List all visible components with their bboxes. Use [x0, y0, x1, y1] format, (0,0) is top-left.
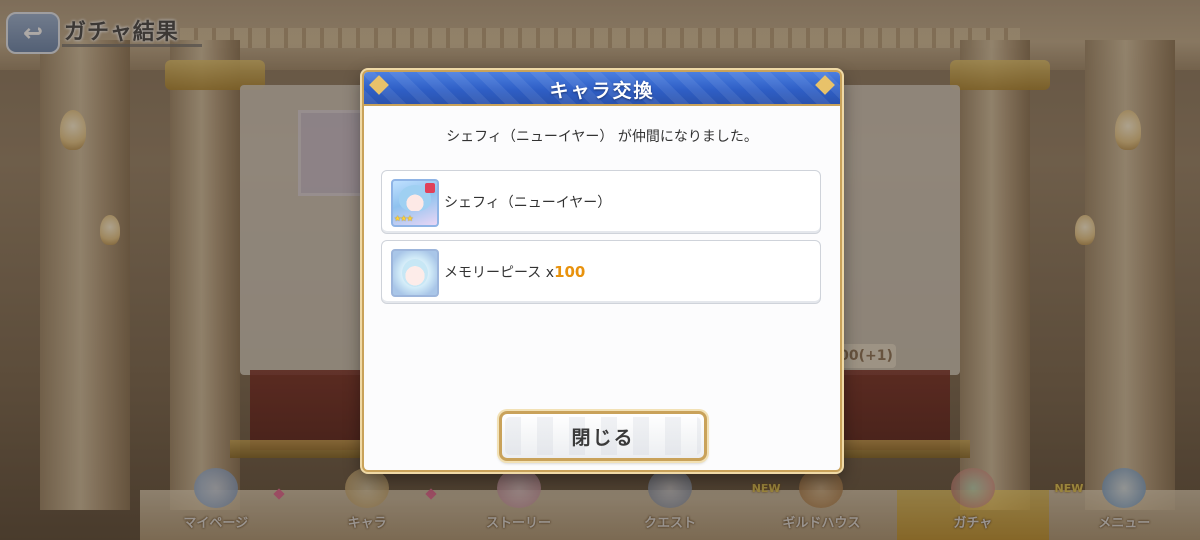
close-button-label: 閉じる [571, 426, 635, 449]
dialog-header: キャラ交換 [364, 72, 840, 106]
rarity-stars-icon: ★★★ [394, 214, 413, 223]
reward-row: メモリーピース x100 [381, 240, 821, 304]
close-button[interactable]: 閉じる [499, 411, 707, 461]
quantity-prefix: x [545, 265, 555, 281]
reward-name: シェフィ（ニューイヤー） [444, 195, 612, 211]
dialog-title: キャラ交換 [549, 80, 655, 102]
reward-name: メモリーピース x100 [444, 263, 586, 281]
reward-quantity: 100 [554, 263, 586, 281]
reward-row: ★★★ シェフィ（ニューイヤー） [381, 170, 821, 234]
character-portrait-icon: ★★★ [391, 179, 439, 227]
memory-piece-icon [391, 249, 439, 297]
character-exchange-dialog: キャラ交換 シェフィ（ニューイヤー） が仲間になりました。 ★★★ シェフィ（ニ… [362, 70, 842, 472]
dialog-message: シェフィ（ニューイヤー） が仲間になりました。 [446, 129, 758, 145]
